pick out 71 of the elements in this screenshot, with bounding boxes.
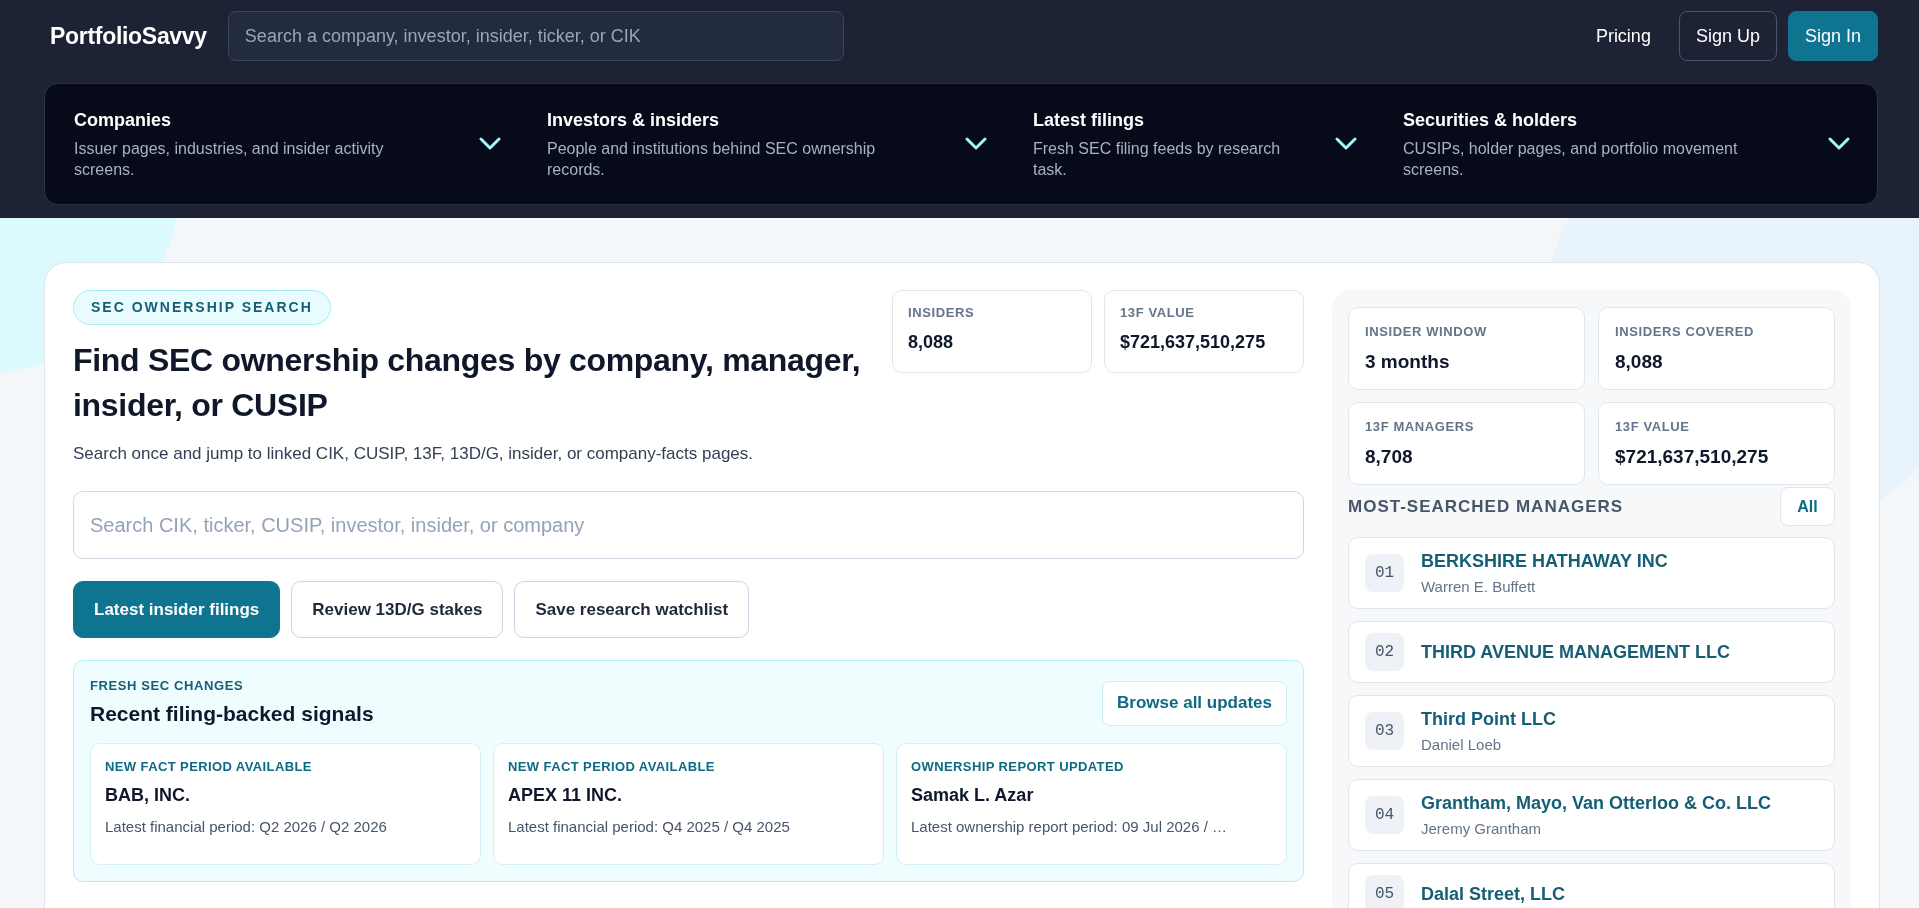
- update-detail: Latest financial period: Q4 2025 / Q4 2025: [508, 817, 791, 837]
- menu-title[interactable]: Securities & holders: [1403, 108, 1578, 132]
- section-heading: MOST-SEARCHED MANAGERS: [1348, 495, 1624, 518]
- update-entity-name: Samak L. Azar: [911, 784, 1035, 806]
- site-search-field[interactable]: Search a company, investor, insider, ticker, or CIK: [227, 11, 844, 61]
- manager-name: Dalal Street, LLC: [1421, 883, 1566, 906]
- manager-person: Daniel Loeb: [1421, 735, 1503, 755]
- update-card[interactable]: NEW FACT PERIOD AVAILABLE BAB, INC. Latest financial period: Q2 2026 / Q2 2026: [90, 743, 481, 865]
- manager-name: BERKSHIRE HATHAWAY INC: [1421, 550, 1668, 573]
- stat-value: 3 months: [1365, 351, 1451, 373]
- update-detail: Latest financial period: Q2 2026 / Q2 2026: [105, 817, 388, 837]
- update-card[interactable]: NEW FACT PERIOD AVAILABLE APEX 11 INC. Latest financial period: Q4 2025 / Q4 2025: [493, 743, 884, 865]
- manager-name: Third Point LLC: [1421, 708, 1556, 731]
- browse-updates-button[interactable]: Browse all updates: [1102, 680, 1287, 726]
- action-button[interactable]: Review 13D/G stakes: [291, 581, 504, 638]
- update-entity-name: APEX 11 INC.: [508, 784, 624, 806]
- manager-card[interactable]: 02 THIRD AVENUE MANAGEMENT LLC: [1348, 621, 1835, 683]
- action-button[interactable]: Save research watchlist: [514, 581, 750, 638]
- manager-card[interactable]: 05 Dalal Street, LLC: [1348, 863, 1835, 908]
- stat-value: 8,088: [908, 331, 955, 353]
- primary-action-button[interactable]: Latest insider filings: [73, 581, 281, 638]
- view-all-button[interactable]: All: [1780, 487, 1835, 526]
- menu-description: Fresh SEC filing feeds by research task.: [1033, 139, 1282, 180]
- chevron-down-icon[interactable]: [1828, 137, 1850, 151]
- stat-value: $721,637,510,275: [1120, 331, 1267, 353]
- search-field[interactable]: Search CIK, ticker, CUSIP, investor, insider, or company: [73, 491, 1304, 559]
- manager-card[interactable]: 03 Third Point LLC Daniel Loeb: [1348, 695, 1835, 767]
- site-logo[interactable]: PortfolioSavvy: [50, 18, 207, 54]
- stat-label: INSIDERS: [908, 305, 976, 321]
- rank-number: 04: [1365, 796, 1404, 834]
- update-type-label: OWNERSHIP REPORT UPDATED: [911, 759, 1125, 775]
- manager-name: THIRD AVENUE MANAGEMENT LLC: [1421, 641, 1730, 664]
- section-title: Recent filing-backed signals: [90, 701, 374, 727]
- header-primary-button[interactable]: Sign In: [1787, 11, 1878, 61]
- rank-number: 01: [1365, 554, 1404, 592]
- menu-title[interactable]: Latest filings: [1033, 108, 1144, 132]
- menu-title[interactable]: Companies: [74, 108, 172, 132]
- header-link[interactable]: Pricing: [1595, 22, 1651, 50]
- rank-number: 05: [1365, 875, 1404, 908]
- stat-label: 13F MANAGERS: [1365, 419, 1476, 435]
- manager-name: Grantham, Mayo, Van Otterloo & Co. LLC: [1421, 792, 1772, 815]
- chevron-down-icon[interactable]: [965, 137, 987, 151]
- stat-label: INSIDER WINDOW: [1365, 324, 1488, 340]
- manager-person: Warren E. Buffett: [1421, 577, 1537, 597]
- menu-description: Issuer pages, industries, and insider activity screens.: [74, 139, 385, 180]
- update-card[interactable]: OWNERSHIP REPORT UPDATED Samak L. Azar Latest ownership report period: 09 Jul 2026 / …: [896, 743, 1287, 865]
- manager-person: Jeremy Grantham: [1421, 819, 1543, 839]
- page-subtitle: Search once and jump to linked CIK, CUSIP, 13F, 13D/G, insider, or company-facts pages.: [73, 443, 755, 465]
- update-type-label: NEW FACT PERIOD AVAILABLE: [105, 759, 313, 775]
- update-entity-name: BAB, INC.: [105, 784, 191, 806]
- header-outline-button[interactable]: Sign Up: [1678, 11, 1777, 61]
- manager-card[interactable]: 01 BERKSHIRE HATHAWAY INC Warren E. Buffett: [1348, 537, 1835, 609]
- section-label: FRESH SEC CHANGES: [90, 678, 245, 694]
- stat-label: 13F VALUE: [1615, 419, 1691, 435]
- update-detail: Latest ownership report period: 09 Jul 2026 / …: [911, 817, 1229, 837]
- stat-value: 8,708: [1365, 446, 1414, 468]
- section-tag: SEC OWNERSHIP SEARCH: [73, 290, 331, 325]
- chevron-down-icon[interactable]: [479, 137, 501, 151]
- menu-description: CUSIPs, holder pages, and portfolio movement screens.: [1403, 139, 1739, 180]
- rank-number: 03: [1365, 712, 1404, 750]
- stat-value: 8,088: [1615, 351, 1664, 373]
- stat-label: INSIDERS COVERED: [1615, 324, 1755, 340]
- stat-label: 13F VALUE: [1120, 305, 1196, 321]
- chevron-down-icon[interactable]: [1335, 137, 1357, 151]
- manager-card[interactable]: 04 Grantham, Mayo, Van Otterloo & Co. LLC Jeremy Grantham: [1348, 779, 1835, 851]
- stat-value: $721,637,510,275: [1615, 446, 1770, 468]
- menu-description: People and institutions behind SEC ownership records.: [547, 139, 877, 180]
- update-type-label: NEW FACT PERIOD AVAILABLE: [508, 759, 716, 775]
- rank-number: 02: [1365, 633, 1404, 671]
- menu-title[interactable]: Investors & insiders: [547, 108, 720, 132]
- page-heading: Find SEC ownership changes by company, manager, insider, or CUSIP: [73, 341, 862, 425]
